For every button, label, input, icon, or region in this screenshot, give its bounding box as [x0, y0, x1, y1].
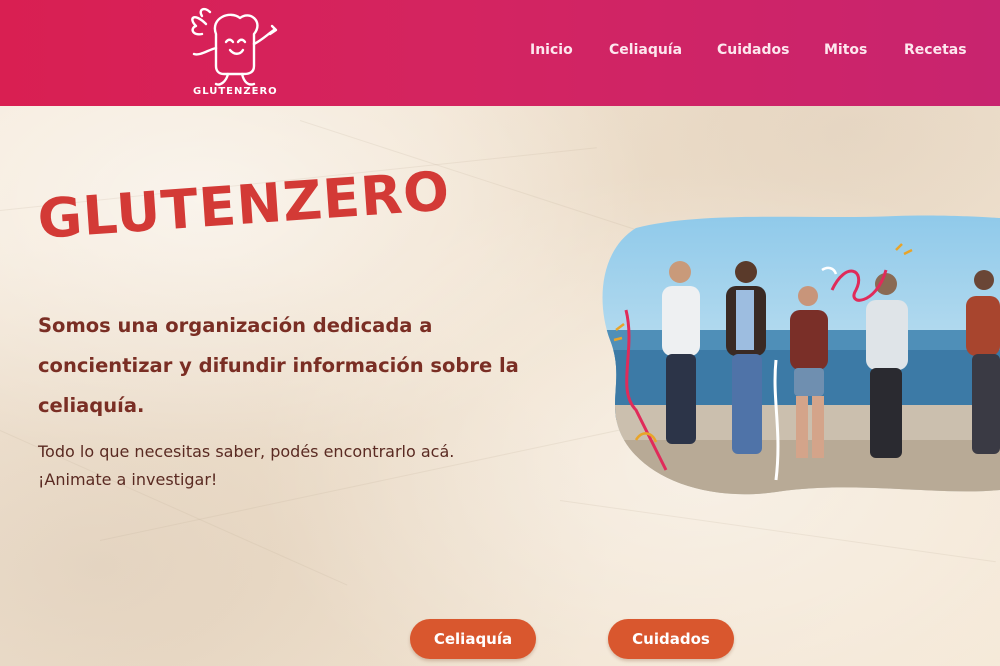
cuidados-button[interactable]: Cuidados	[608, 619, 734, 659]
nav-mitos[interactable]: Mitos	[824, 42, 867, 58]
hero-photo-friends-beach	[602, 215, 1000, 495]
site-header: GLUTENZERO Inicio Celiaquía Cuidados Mit…	[0, 0, 1000, 106]
hero-subtext: Todo lo que necesitas saber, podés encon…	[38, 438, 558, 494]
hero-subtext-line1: Todo lo que necesitas saber, podés encon…	[38, 442, 455, 461]
nav-inicio[interactable]: Inicio	[530, 42, 573, 58]
nav-cuidados[interactable]: Cuidados	[717, 42, 789, 58]
nav-recetas[interactable]: Recetas	[904, 42, 967, 58]
nav-celiaquia[interactable]: Celiaquía	[609, 42, 682, 58]
celiaquia-button[interactable]: Celiaquía	[410, 619, 536, 659]
logo-wordmark: GLUTENZERO	[193, 86, 278, 97]
hero-lead-text: Somos una organización dedicada a concie…	[38, 314, 519, 417]
hero-subtext-line2: ¡Animate a investigar!	[38, 470, 218, 489]
main-nav: Inicio Celiaquía Cuidados Mitos Recetas	[0, 42, 1000, 62]
